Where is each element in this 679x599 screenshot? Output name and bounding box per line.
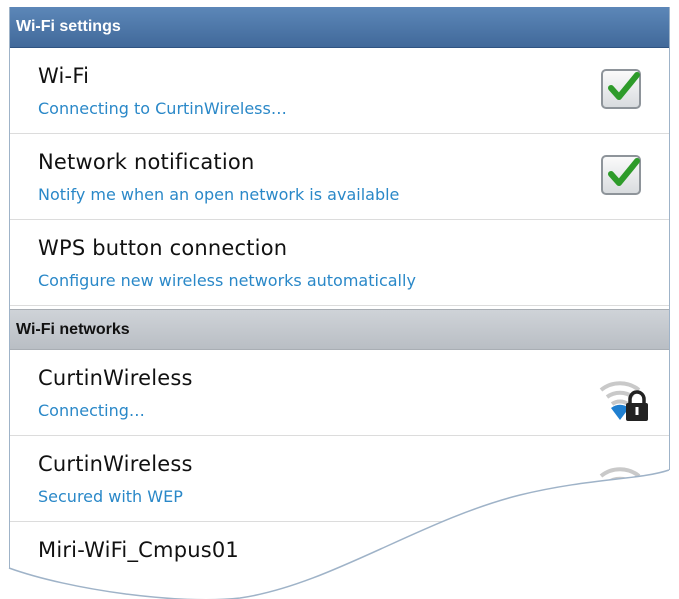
network-name: CurtinWireless xyxy=(38,452,193,476)
setting-subtitle: Connecting to CurtinWireless… xyxy=(38,99,287,118)
network-status: Connecting… xyxy=(38,401,145,420)
checkmark-icon xyxy=(608,158,640,186)
setting-subtitle: Configure new wireless networks automati… xyxy=(38,271,416,290)
section-header-wifi-settings: Wi-Fi settings xyxy=(10,7,669,48)
network-row-miri-wifi[interactable]: Miri-WiFi_Cmpus01 xyxy=(10,522,669,599)
wifi-checkbox[interactable] xyxy=(601,69,641,109)
checkmark-icon xyxy=(608,72,640,100)
screenshot-frame: Wi-Fi settings Wi-Fi Connecting to Curti… xyxy=(0,0,679,599)
setting-row-wps-button[interactable]: WPS button connection Configure new wire… xyxy=(10,220,669,306)
section-header-label: Wi-Fi settings xyxy=(16,18,121,35)
network-row-curtinwireless-connecting[interactable]: CurtinWireless Connecting… xyxy=(10,350,669,436)
network-name: CurtinWireless xyxy=(38,366,193,390)
wifi-lock-icon xyxy=(599,467,648,507)
setting-row-wifi[interactable]: Wi-Fi Connecting to CurtinWireless… xyxy=(10,48,669,134)
network-notification-checkbox[interactable] xyxy=(601,155,641,195)
network-name: Miri-WiFi_Cmpus01 xyxy=(38,538,239,562)
section-header-label: Wi-Fi networks xyxy=(16,320,130,338)
setting-subtitle: Notify me when an open network is availa… xyxy=(38,185,400,204)
setting-title: Wi-Fi xyxy=(38,64,90,88)
setting-row-network-notification[interactable]: Network notification Notify me when an o… xyxy=(10,134,669,220)
wifi-settings-panel: Wi-Fi settings Wi-Fi Connecting to Curti… xyxy=(9,7,670,599)
setting-title: Network notification xyxy=(38,150,255,174)
network-status: Secured with WEP xyxy=(38,487,183,506)
wifi-lock-icon xyxy=(599,381,648,421)
network-row-curtinwireless-wep[interactable]: CurtinWireless Secured with WEP xyxy=(10,436,669,522)
section-header-wifi-networks: Wi-Fi networks xyxy=(10,309,669,350)
setting-title: WPS button connection xyxy=(38,236,288,260)
